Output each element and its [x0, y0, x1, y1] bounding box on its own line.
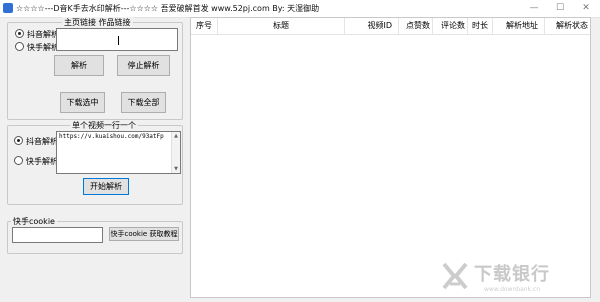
parse-button[interactable]: 解析: [54, 55, 104, 76]
column-header-likes[interactable]: 点赞数: [399, 18, 433, 34]
scroll-up-icon[interactable]: ▲: [172, 132, 180, 140]
home-link-input[interactable]: [56, 28, 178, 51]
stop-parse-button[interactable]: 停止解析: [117, 55, 170, 76]
single-radio-douyin-label: 抖音解析: [26, 137, 58, 146]
cookie-group-legend: 快手cookie: [11, 216, 57, 227]
text-caret: [118, 36, 119, 45]
video-url-textarea[interactable]: https://v.kuaishou.com/93atFp ▲ ▼: [56, 131, 181, 174]
cookie-group: 快手cookie 快手cookie 获取教程: [7, 216, 183, 254]
single-radio-kuaishou[interactable]: 快手解析: [14, 156, 58, 167]
maximize-button[interactable]: ☐: [548, 1, 572, 15]
table-header: 序号 标题 视频ID 点赞数 评论数 时长 解析地址 解析状态: [191, 18, 590, 35]
home-radio-douyin-label: 抖音解析: [27, 30, 59, 39]
column-header-parse-status[interactable]: 解析状态: [545, 18, 590, 34]
home-radio-douyin[interactable]: 抖音解析: [15, 29, 59, 40]
column-header-comments[interactable]: 评论数: [433, 18, 468, 34]
minimize-button[interactable]: —: [522, 1, 546, 15]
column-header-video-id[interactable]: 视频ID: [345, 18, 399, 34]
window-title: ☆☆☆☆---D音K手去水印解析---☆☆☆☆ 吾爱破解首发 www.52pj.…: [16, 4, 320, 13]
downbank-logo-icon: [442, 262, 468, 290]
cookie-input[interactable]: [12, 227, 103, 243]
title-bar: ☆☆☆☆---D音K手去水印解析---☆☆☆☆ 吾爱破解首发 www.52pj.…: [0, 0, 600, 18]
column-header-index[interactable]: 序号: [191, 18, 218, 34]
download-all-button[interactable]: 下载全部: [121, 92, 166, 113]
watermark: 下载银行 www.downbank.cn: [440, 262, 590, 298]
video-url-text: https://v.kuaishou.com/93atFp: [59, 133, 164, 140]
home-link-group: 主页链接 作品链接 抖音解析 快手解析 解析 停止解析 下载选中 下载全部: [7, 17, 183, 120]
app-icon: [3, 3, 13, 13]
watermark-text: 下载银行: [474, 264, 550, 285]
radio-unchecked-icon: [14, 156, 23, 165]
cookie-tutorial-button[interactable]: 快手cookie 获取教程: [109, 227, 179, 241]
single-radio-douyin[interactable]: 抖音解析: [14, 136, 58, 147]
single-group-legend: 单个视频一行一个: [70, 120, 138, 131]
radio-checked-icon: [15, 29, 24, 38]
column-header-parse-url[interactable]: 解析地址: [493, 18, 545, 34]
home-radio-kuaishou[interactable]: 快手解析: [15, 42, 59, 53]
single-video-group: 单个视频一行一个 抖音解析 快手解析 https://v.kuaishou.co…: [7, 120, 183, 205]
home-radio-kuaishou-label: 快手解析: [27, 43, 59, 52]
home-group-legend: 主页链接 作品链接: [62, 17, 133, 28]
start-parse-button[interactable]: 开始解析: [83, 178, 129, 195]
column-header-duration[interactable]: 时长: [468, 18, 493, 34]
close-button[interactable]: ✕: [574, 1, 598, 15]
single-radio-kuaishou-label: 快手解析: [26, 157, 58, 166]
download-selected-button[interactable]: 下载选中: [60, 92, 105, 113]
radio-checked-icon: [14, 136, 23, 145]
column-header-title[interactable]: 标题: [218, 18, 345, 34]
results-table[interactable]: 序号 标题 视频ID 点赞数 评论数 时长 解析地址 解析状态: [190, 17, 591, 298]
scroll-down-icon[interactable]: ▼: [172, 165, 180, 173]
textarea-scrollbar[interactable]: ▲ ▼: [171, 132, 180, 173]
radio-unchecked-icon: [15, 42, 24, 51]
watermark-url: www.downbank.cn: [484, 286, 541, 293]
